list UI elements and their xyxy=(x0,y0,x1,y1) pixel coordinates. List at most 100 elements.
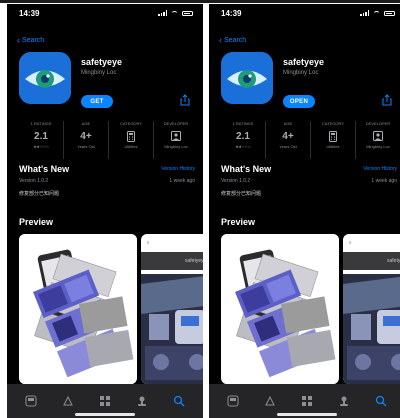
info-stats: 1 RATINGS 2.1 ★★☆☆☆ AGE 4+ Years Old CAT… xyxy=(221,121,400,159)
app-icon xyxy=(19,52,71,104)
rating-stars: ★★☆☆☆ xyxy=(33,144,49,149)
today-icon xyxy=(25,395,37,407)
whats-new-title: What's New xyxy=(221,164,272,174)
today-icon xyxy=(227,395,239,407)
preview-title: Preview xyxy=(221,217,256,227)
tab-apps[interactable] xyxy=(297,391,317,411)
app-name: safetyeye xyxy=(81,57,123,67)
get-open-button[interactable]: GET xyxy=(81,95,113,108)
stat-label: 1 RATINGS xyxy=(30,121,52,126)
stat-value xyxy=(356,130,400,142)
screenshot-caption-bar: ≡ xyxy=(349,240,352,245)
stat-sub: Mingbiny Loc xyxy=(366,144,390,149)
tab-search[interactable] xyxy=(169,391,189,411)
rating-stars: ★★☆☆☆ xyxy=(235,144,251,149)
calculator-icon xyxy=(329,130,337,142)
vehicle-interior-image xyxy=(141,274,203,384)
info-stats: 1 RATINGS 2.1 ★★☆☆☆ AGE 4+ Years Old CAT… xyxy=(19,121,203,159)
screenshot-banner: safetyeye xyxy=(141,252,203,270)
app-icon xyxy=(221,52,273,104)
share-icon[interactable] xyxy=(381,94,393,106)
signal-icon xyxy=(360,10,369,16)
tab-games[interactable] xyxy=(58,391,78,411)
tab-bar xyxy=(7,384,203,418)
search-icon xyxy=(375,395,387,407)
signal-icon xyxy=(158,10,167,16)
preview-screenshot-1[interactable] xyxy=(221,234,339,384)
arcade-icon xyxy=(137,396,146,406)
vehicle-interior-image xyxy=(343,274,400,384)
phone-screen-open: 14:39 ‹ Search safetyeye Mingbiny Loc OP… xyxy=(209,4,400,418)
calculator-icon xyxy=(127,130,135,142)
wifi-icon xyxy=(171,10,178,16)
stat-ratings[interactable]: 1 RATINGS 2.1 ★★☆☆☆ xyxy=(221,121,266,159)
stat-sub: Utilities xyxy=(124,144,138,149)
tab-arcade[interactable] xyxy=(334,391,354,411)
stat-label: AGE xyxy=(283,121,293,126)
back-button[interactable]: ‹ Search xyxy=(17,35,44,45)
stat-ratings[interactable]: 1 RATINGS 2.1 ★★☆☆☆ xyxy=(19,121,64,159)
eye-logo-icon xyxy=(19,52,71,104)
screenshot-banner: safetyeye xyxy=(343,252,400,270)
stat-label: AGE xyxy=(81,121,91,126)
preview-screenshot-1[interactable] xyxy=(19,234,137,384)
stat-label: DEVELOPER xyxy=(365,121,391,126)
developer-person-icon xyxy=(171,131,181,141)
chevron-left-icon: ‹ xyxy=(17,35,20,45)
status-time: 14:39 xyxy=(221,9,242,18)
stat-developer[interactable]: DEVELOPER Mingbiny Loc xyxy=(154,121,198,159)
stat-developer[interactable]: DEVELOPER Mingbiny Loc xyxy=(356,121,400,159)
games-icon xyxy=(265,395,275,406)
home-indicator xyxy=(277,413,337,416)
tab-today[interactable] xyxy=(21,391,41,411)
tab-arcade[interactable] xyxy=(132,391,152,411)
stat-value xyxy=(311,130,355,142)
wifi-icon xyxy=(373,10,380,16)
status-bar: 14:39 xyxy=(7,4,203,24)
games-icon xyxy=(63,395,73,406)
version-history-link[interactable]: Version History xyxy=(363,166,397,172)
tab-search[interactable] xyxy=(371,391,391,411)
stat-age[interactable]: AGE 4+ Years Old xyxy=(266,121,311,159)
back-label: Search xyxy=(224,37,247,44)
share-icon[interactable] xyxy=(179,94,191,106)
battery-icon xyxy=(182,10,193,16)
tab-bar xyxy=(209,384,400,418)
release-age: 1 week ago xyxy=(169,178,195,184)
tab-today[interactable] xyxy=(223,391,243,411)
status-icons xyxy=(360,10,395,16)
stat-label: 1 RATINGS xyxy=(232,121,254,126)
release-notes: 修复部分已知问题 xyxy=(19,191,60,197)
stat-category[interactable]: CATEGORY Utilities xyxy=(109,121,154,159)
release-notes: 修复部分已知问题 xyxy=(221,191,262,197)
tab-apps[interactable] xyxy=(95,391,115,411)
preview-screenshot-2[interactable]: ≡ safetyeye xyxy=(141,234,203,384)
preview-title: Preview xyxy=(19,217,54,227)
stat-label: CATEGORY xyxy=(119,121,143,126)
arcade-icon xyxy=(339,396,348,406)
home-indicator xyxy=(75,413,135,416)
apps-icon xyxy=(301,396,312,406)
stat-sub: Utilities xyxy=(326,144,340,149)
stat-sub: Mingbiny Loc xyxy=(164,144,188,149)
version-number: Version 1.0.2 xyxy=(221,178,251,184)
chevron-left-icon: ‹ xyxy=(219,35,222,45)
screenshot-collage-image xyxy=(221,234,339,384)
preview-screenshot-2[interactable]: ≡ safetyeye xyxy=(343,234,400,384)
stat-value: 2.1 xyxy=(34,130,48,142)
stat-category[interactable]: CATEGORY Utilities xyxy=(311,121,356,159)
developer-name[interactable]: Mingbiny Loc xyxy=(283,70,318,76)
get-open-button[interactable]: OPEN xyxy=(283,95,315,108)
developer-name[interactable]: Mingbiny Loc xyxy=(81,70,116,76)
screenshot-collage-image xyxy=(19,234,137,384)
stat-value: 4+ xyxy=(282,130,294,142)
status-time: 14:39 xyxy=(19,9,40,18)
stat-label: DEVELOPER xyxy=(163,121,189,126)
stat-value: 2.1 xyxy=(236,130,250,142)
version-history-link[interactable]: Version History xyxy=(161,166,195,172)
tab-games[interactable] xyxy=(260,391,280,411)
stat-sub: Years Old xyxy=(279,144,297,149)
screenshot-caption-bar: ≡ xyxy=(147,240,150,245)
stat-age[interactable]: AGE 4+ Years Old xyxy=(64,121,109,159)
back-button[interactable]: ‹ Search xyxy=(219,35,247,45)
